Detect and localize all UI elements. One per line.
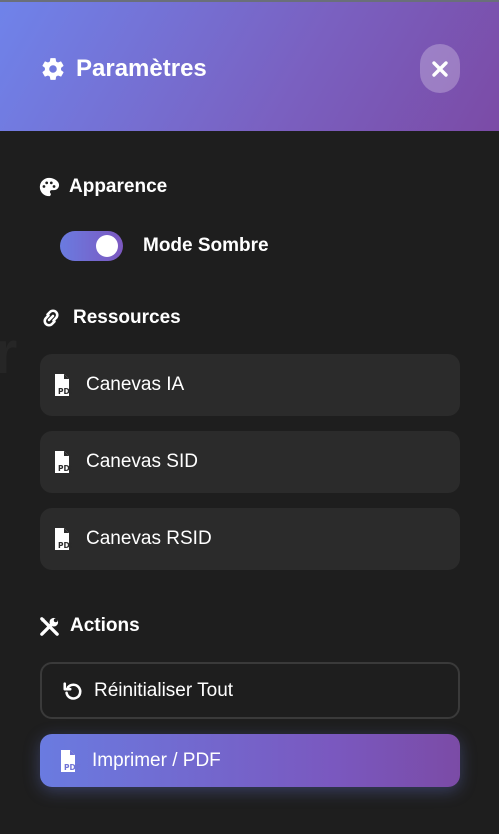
resource-label: Canevas SID	[86, 451, 198, 472]
section-title-appearance: Apparence	[38, 175, 167, 199]
resource-button-canevas-rsid[interactable]: PDF Canevas RSID	[40, 508, 460, 570]
section-title-actions: Actions	[38, 614, 140, 638]
settings-title-text: Paramètres	[76, 55, 207, 82]
svg-text:PDF: PDF	[58, 464, 75, 473]
pdf-file-icon: PDF	[54, 450, 76, 474]
print-pdf-button[interactable]: PDF Imprimer / PDF	[40, 734, 460, 787]
dark-mode-row: Mode Sombre	[60, 230, 269, 262]
reset-all-label: Réinitialiser Tout	[94, 679, 234, 701]
close-button[interactable]	[420, 44, 460, 93]
resource-button-canevas-sid[interactable]: PDF Canevas SID	[40, 431, 460, 493]
tools-icon	[38, 615, 61, 638]
resource-label: Canevas RSID	[86, 528, 212, 549]
svg-text:PDF: PDF	[58, 387, 75, 396]
svg-text:PDF: PDF	[64, 763, 81, 772]
gear-icon	[40, 56, 66, 82]
background-text-fragment: r	[0, 319, 18, 386]
svg-text:PDF: PDF	[58, 541, 75, 550]
section-title-text: Ressources	[73, 307, 181, 328]
undo-icon	[62, 680, 84, 702]
palette-icon	[38, 176, 60, 198]
dark-mode-label: Mode Sombre	[143, 235, 269, 256]
resource-label: Canevas IA	[86, 374, 185, 395]
dark-mode-toggle[interactable]	[60, 231, 123, 261]
pdf-file-icon: PDF	[54, 373, 76, 397]
pdf-file-icon: PDF	[54, 527, 76, 551]
settings-header: Paramètres	[0, 0, 499, 131]
link-icon	[38, 307, 64, 329]
toggle-knob	[96, 235, 118, 257]
resource-button-canevas-ia[interactable]: PDF Canevas IA	[40, 354, 460, 416]
section-title-resources: Ressources	[38, 306, 181, 330]
section-title-text: Apparence	[69, 176, 168, 197]
print-pdf-label: Imprimer / PDF	[92, 749, 221, 771]
settings-panel: r Paramètres Apparence Mode Sombre Resso…	[0, 0, 499, 834]
reset-all-button[interactable]: Réinitialiser Tout	[40, 662, 460, 719]
close-icon	[430, 59, 450, 79]
pdf-file-icon: PDF	[60, 749, 82, 773]
section-title-text: Actions	[70, 615, 140, 636]
settings-title: Paramètres	[40, 54, 207, 84]
